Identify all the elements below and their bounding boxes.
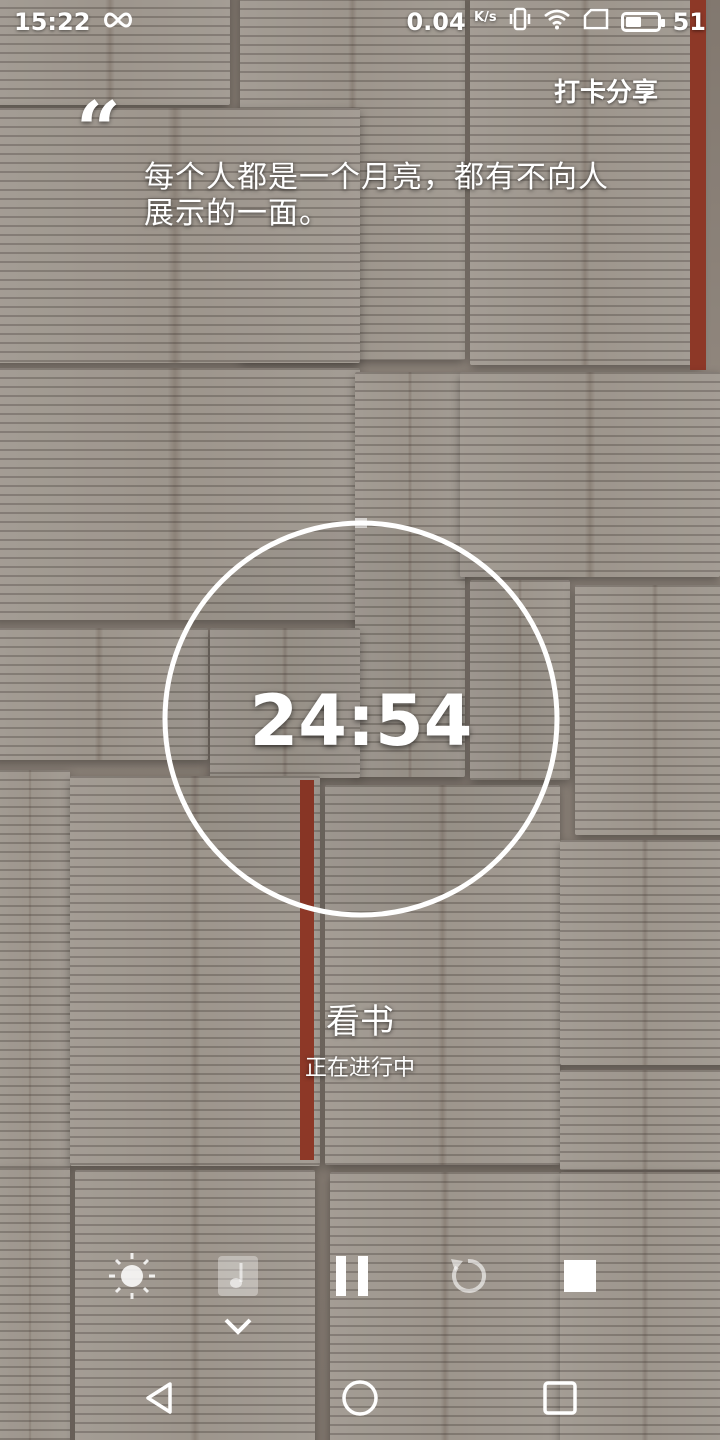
vibrate-icon — [509, 7, 531, 37]
chevron-down-icon[interactable] — [218, 1312, 258, 1344]
status-time: 15:22 — [14, 8, 91, 36]
recents-icon[interactable] — [530, 1368, 590, 1428]
brightness-icon[interactable] — [102, 1246, 162, 1306]
network-speed: 0.04 K/s — [406, 8, 497, 36]
infinity-icon — [102, 8, 134, 36]
task-status: 正在进行中 — [304, 1056, 415, 1081]
quote-mark-icon: “ — [76, 85, 121, 176]
music-icon[interactable] — [208, 1246, 268, 1306]
task-name: 看书 — [326, 1002, 394, 1042]
wifi-icon — [543, 8, 571, 36]
battery-level: 51 — [672, 8, 706, 36]
status-bar: 15:22 0.04 K/s 51 — [0, 0, 720, 44]
sim-card-icon — [583, 8, 609, 36]
system-navigation-bar — [0, 1358, 720, 1440]
share-checkin-button[interactable]: 打卡分享 — [554, 72, 658, 109]
control-bar — [0, 1246, 720, 1306]
battery-icon — [620, 12, 665, 32]
back-icon[interactable] — [130, 1368, 190, 1428]
stop-icon[interactable] — [550, 1246, 610, 1306]
quote-text: 每个人都是一个月亮，都有不向人展示的一面。 — [144, 160, 609, 231]
timer-display: 24:54 — [249, 680, 473, 762]
reset-icon[interactable] — [438, 1246, 498, 1306]
pause-icon[interactable] — [322, 1246, 382, 1306]
home-icon[interactable] — [330, 1368, 390, 1428]
